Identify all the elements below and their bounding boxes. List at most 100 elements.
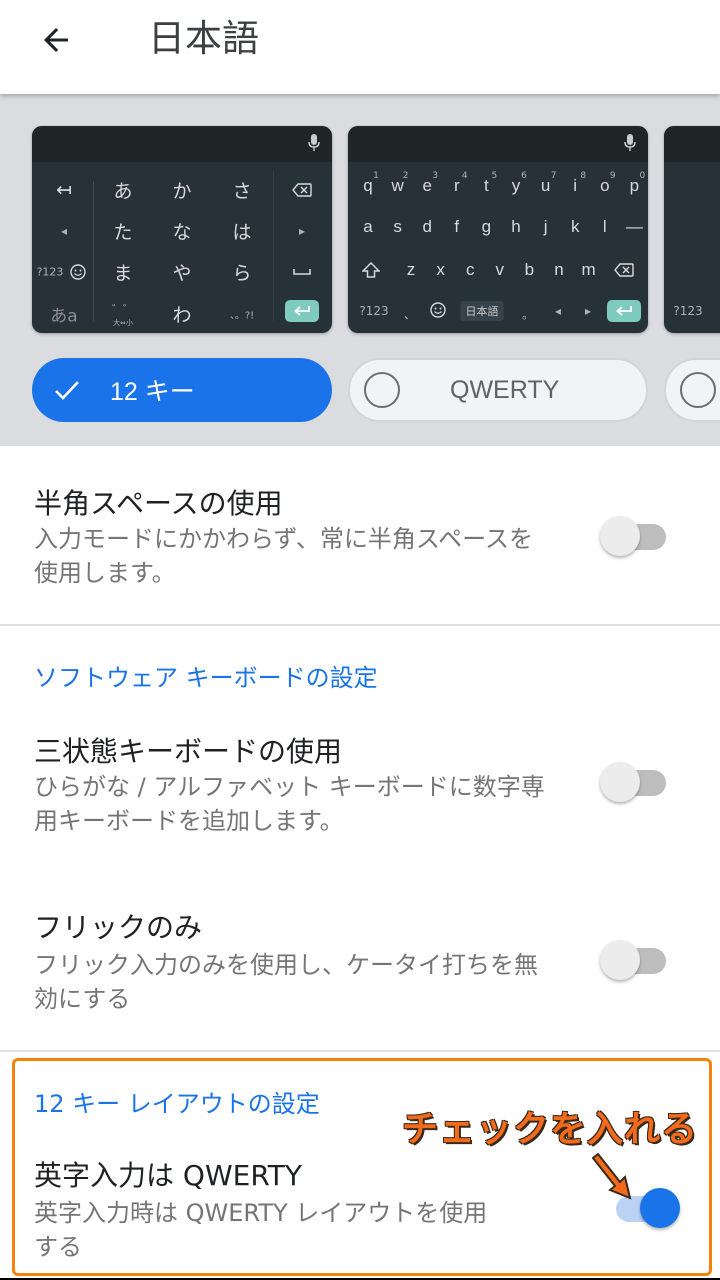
backspace-icon (614, 263, 634, 277)
key-dash: — (625, 217, 643, 236)
key-ma: ま (113, 262, 133, 285)
pref-summary: ひらがな / アルファベット キーボードに数字専用キーボードを追加します。 (34, 773, 545, 835)
key-ra: ら (232, 262, 252, 285)
pref-summary: 入力モードにかかわらず、常に半角スペースを使用します。 (34, 525, 533, 587)
suggestion-strip (32, 126, 332, 162)
category-12-key-layout: 12 キー レイアウトの設定 (34, 1090, 320, 1118)
key-number-hint: 0 (639, 171, 646, 181)
key-h: h (511, 217, 521, 236)
pref-half-width-space[interactable]: 半角スペースの使用 入力モードにかかわらず、常に半角スペースを使用します。 (0, 446, 720, 624)
emoji-icon (430, 302, 446, 318)
switch-thumb (640, 1188, 680, 1228)
key-number-hint: 6 (521, 171, 527, 181)
shift-icon (362, 262, 380, 278)
enter-icon (616, 306, 632, 316)
language-key: 日本語 (460, 301, 504, 321)
key-dakuten: ゛゜ (112, 303, 134, 316)
key-u: u (540, 176, 551, 195)
key-dakuten-sub: 大⇔小 (113, 319, 133, 327)
key-m: m (581, 260, 596, 279)
cursor-right-key: ▸ (298, 224, 306, 238)
radio-icon (364, 372, 400, 408)
key-number-hint: 2 (402, 171, 409, 181)
pref-title: 半角スペースの使用 (34, 487, 283, 520)
layout-option-label: 12 キー (110, 378, 195, 406)
pref-title: フリックのみ (34, 911, 203, 944)
check-icon (55, 381, 79, 400)
app-bar: 日本語 (0, 0, 720, 94)
twelve-key-keyboard-preview[interactable]: ↤ ◂ ?123 あa あ か さ た な は ま や ら ゛゜ 大⇔小 わ 、… (32, 126, 332, 333)
pref-summary: フリック入力のみを使用し、ケータイ打ちを無効にする (34, 951, 538, 1013)
arrow-back-icon (44, 28, 68, 52)
pref-title: 三状態キーボードの使用 (34, 735, 343, 768)
annotation-label: チェックを入れる (402, 1109, 699, 1150)
half-width-space-toggle[interactable] (600, 514, 670, 560)
key-punctuation: 、。?! (229, 310, 255, 322)
key-d: d (422, 217, 432, 236)
pref-summary: 英字入力時は QWERTY レイアウトを使用する (34, 1199, 488, 1261)
key-q: q (363, 176, 373, 195)
switch-thumb (600, 940, 640, 980)
key-s: s (393, 217, 402, 236)
kana-alpha-toggle-key: あa (50, 306, 78, 327)
key-p: p (629, 176, 640, 195)
key-ya: や (172, 262, 192, 285)
key-number-hint: 7 (550, 171, 557, 181)
divider (0, 1050, 720, 1052)
key-x: x (436, 260, 445, 279)
category-software-keyboard: ソフトウェア キーボードの設定 (34, 664, 378, 692)
mic-icon (624, 134, 636, 151)
layout-option-third[interactable] (664, 358, 720, 422)
key-r: r (453, 176, 460, 195)
divider (273, 171, 274, 321)
backspace-icon (292, 183, 312, 197)
suggestion-strip (348, 126, 648, 162)
switch-thumb (600, 762, 640, 802)
cursor-right-key: ▸ (584, 304, 592, 318)
qwerty-keyboard-preview[interactable]: ?123 、 日本語 。 ◂ ▸ q1w2e3r4t5y6u7i8o9p0asd… (348, 126, 648, 333)
undo-key: ↤ (56, 179, 72, 201)
key-j: j (543, 217, 548, 236)
divider (0, 624, 720, 626)
pref-flick-only[interactable]: フリックのみ フリック入力のみを使用し、ケータイ打ちを無効にする (0, 888, 720, 1048)
key-l: l (602, 217, 607, 236)
pref-title: 英字入力は QWERTY (34, 1159, 302, 1192)
key-f: f (454, 217, 460, 236)
three-state-keyboard-toggle[interactable] (600, 760, 670, 806)
key-c: c (465, 260, 475, 279)
key-k: k (570, 217, 580, 236)
key-number-hint: 5 (491, 171, 498, 181)
key-t: t (484, 176, 489, 195)
suggestion-strip (664, 126, 720, 162)
key-number-hint: 4 (461, 171, 468, 181)
enter-key (285, 300, 319, 322)
key-ka: か (172, 180, 192, 203)
symbol-key: ?123 (673, 304, 703, 318)
key-o: o (600, 176, 610, 195)
layout-option-12-key[interactable]: 12 キー (32, 358, 332, 422)
pref-three-state-keyboard[interactable]: 三状態キーボードの使用 ひらがな / アルファベット キーボードに数字専用キーボ… (0, 710, 720, 870)
enter-icon (294, 306, 310, 316)
key-b: b (524, 260, 535, 279)
period-key: 。 (521, 307, 535, 322)
key-number-hint: 8 (580, 171, 587, 181)
radio-icon (680, 372, 716, 408)
layout-option-qwerty[interactable]: QWERTY (348, 358, 648, 422)
mic-icon (308, 134, 320, 151)
symbol-key: ?123 (36, 265, 64, 279)
key-wa: わ (172, 304, 192, 327)
key-z: z (406, 260, 416, 279)
third-keyboard-preview[interactable]: ?123 (664, 126, 720, 333)
key-a: a (363, 217, 373, 236)
comma-key: 、 (403, 307, 417, 322)
key-n: n (554, 260, 564, 279)
key-a: あ (113, 180, 133, 203)
key-sa: さ (232, 180, 252, 203)
flick-only-toggle[interactable] (600, 938, 670, 984)
key-y: y (511, 176, 521, 195)
keyboard-layout-selector: ↤ ◂ ?123 あa あ か さ た な は ま や ら ゛゜ 大⇔小 わ 、… (0, 94, 720, 446)
key-e: e (422, 176, 432, 195)
back-button[interactable] (28, 12, 84, 68)
key-v: v (495, 260, 505, 279)
divider (93, 181, 94, 321)
